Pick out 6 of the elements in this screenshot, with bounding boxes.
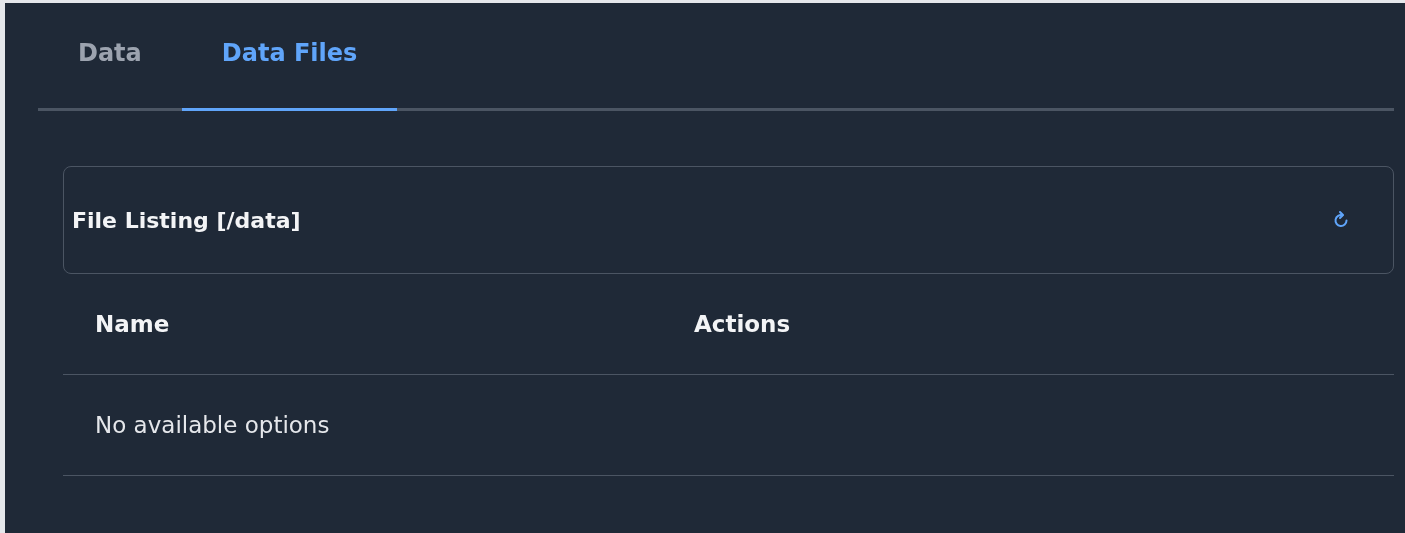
column-header: Name: [95, 311, 171, 337]
panel-title: File Listing [/data]: [72, 207, 301, 233]
tab[interactable]: Data: [38, 3, 182, 111]
tab[interactable]: Data Files: [181, 3, 398, 111]
empty-message: No available options: [95, 412, 330, 438]
column-header: Actions: [694, 311, 792, 337]
